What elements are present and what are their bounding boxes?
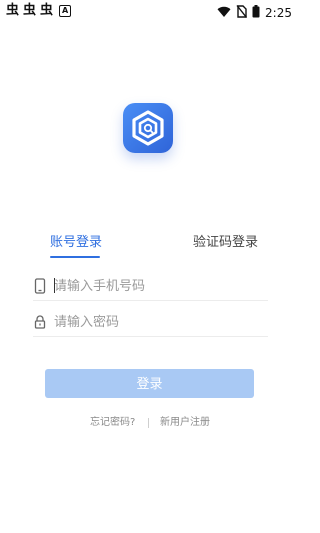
phone-icon	[33, 278, 47, 294]
phone-field-row	[33, 271, 268, 301]
status-bar: 虫 虫 虫 A 2:25	[0, 0, 300, 22]
battery-icon	[252, 3, 260, 22]
notification-glyph: 虫	[23, 3, 37, 18]
tab-sms-login[interactable]: 验证码登录	[193, 235, 258, 251]
active-tab-indicator	[50, 256, 100, 258]
text-caret	[54, 278, 55, 293]
link-divider	[148, 418, 149, 428]
login-screen: 虫 虫 虫 A 2:25 账号登录 验证码登录 请输入手机号码 登录 忘记密码?…	[0, 0, 300, 533]
login-button[interactable]: 登录	[45, 369, 254, 398]
forgot-password-link[interactable]: 忘记密码?	[90, 416, 135, 430]
app-logo-icon	[132, 110, 164, 146]
password-field-row	[33, 307, 268, 337]
notification-glyph: 虫	[40, 3, 54, 18]
wifi-icon	[217, 3, 231, 22]
status-bar-right: 2:25	[217, 3, 292, 22]
password-input[interactable]	[54, 311, 264, 333]
auxiliary-links: 忘记密码? 新用户注册	[0, 416, 300, 430]
notification-glyph: 虫	[6, 3, 20, 18]
status-time: 2:25	[265, 5, 292, 20]
no-sim-icon	[236, 3, 248, 22]
phone-input[interactable]	[54, 275, 264, 297]
lock-icon	[33, 314, 47, 330]
app-logo	[123, 103, 173, 153]
register-link[interactable]: 新用户注册	[160, 416, 210, 430]
status-bar-left: 虫 虫 虫 A	[6, 3, 72, 19]
notification-badge: A	[59, 5, 72, 17]
tab-account-login[interactable]: 账号登录	[50, 235, 102, 251]
